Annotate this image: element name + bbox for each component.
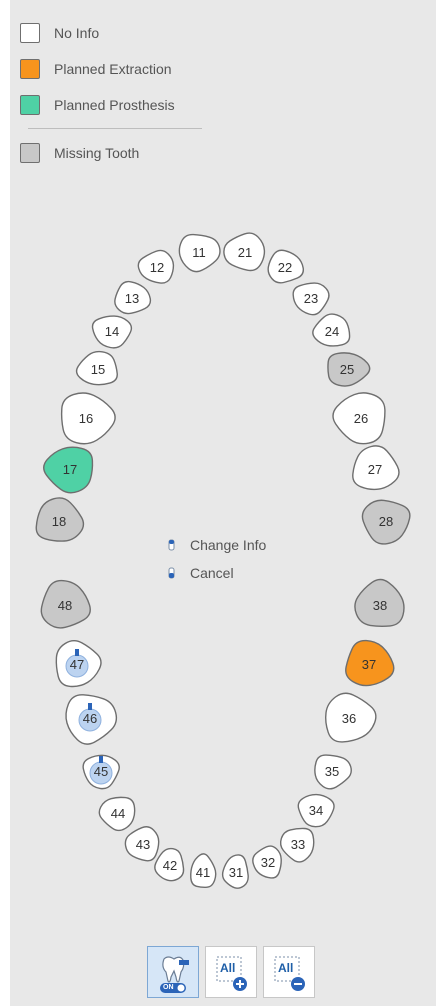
tooth-number: 26: [354, 411, 368, 426]
deselect-all-button[interactable]: All: [263, 946, 315, 998]
tooth-info-toggle-button[interactable]: ON: [147, 946, 199, 998]
tooth-number: 31: [229, 865, 243, 880]
tooth-number: 35: [325, 764, 339, 779]
tooth-number: 44: [111, 806, 125, 821]
tooth-number: 42: [163, 858, 177, 873]
bottom-toolbar: ON All All: [147, 946, 315, 998]
cancel-icon: [168, 567, 175, 579]
tooth-48[interactable]: 48: [40, 579, 91, 629]
tooth-number: 43: [136, 837, 150, 852]
tooth-number: 24: [325, 324, 339, 339]
tooth-37[interactable]: 37: [345, 639, 395, 687]
select-all-button[interactable]: All: [205, 946, 257, 998]
tooth-number: 47: [70, 657, 84, 672]
change-info-icon: [168, 539, 175, 551]
tooth-number: 48: [58, 598, 72, 613]
tooth-17[interactable]: 17: [43, 446, 94, 494]
tooth-47[interactable]: 47: [55, 640, 102, 688]
tooth-26[interactable]: 26: [332, 392, 386, 445]
deselect-all-label: All: [278, 961, 294, 975]
tooth-38[interactable]: 38: [354, 578, 405, 627]
tooth-number: 14: [105, 324, 119, 339]
tooth-12[interactable]: 12: [137, 249, 175, 284]
implant-marker-icon: [88, 703, 92, 710]
tooth-number: 33: [291, 837, 305, 852]
tooth-18[interactable]: 18: [35, 497, 85, 542]
tooth-number: 46: [83, 711, 97, 726]
tooth-number: 37: [362, 657, 376, 672]
tooth-11[interactable]: 11: [178, 233, 221, 273]
tooth-number: 23: [304, 291, 318, 306]
tooth-number: 13: [125, 291, 139, 306]
tooth-number: 32: [261, 855, 275, 870]
implant-marker-icon: [75, 649, 79, 656]
tooth-21[interactable]: 21: [223, 232, 266, 272]
tooth-33[interactable]: 33: [279, 827, 315, 863]
tooth-32[interactable]: 32: [252, 845, 282, 879]
tooth-24[interactable]: 24: [312, 313, 351, 347]
tooth-number: 18: [52, 514, 66, 529]
tooth-46[interactable]: 46: [65, 694, 118, 745]
tooth-36[interactable]: 36: [324, 692, 377, 743]
minus-icon: [294, 983, 302, 985]
tooth-number: 11: [192, 245, 206, 260]
tooth-25[interactable]: 25: [327, 352, 371, 387]
tooth-28[interactable]: 28: [361, 499, 411, 545]
hint-change-info-label: Change Info: [190, 537, 267, 553]
tooth-22[interactable]: 22: [267, 249, 305, 284]
tooth-41[interactable]: 41: [190, 853, 217, 888]
tooth-number: 22: [278, 260, 292, 275]
tooth-15[interactable]: 15: [75, 350, 118, 386]
hint-cancel: Cancel: [168, 564, 234, 582]
implant-marker-icon: [99, 756, 103, 763]
tooth-45[interactable]: 45: [82, 754, 120, 790]
tooth-44[interactable]: 44: [98, 796, 136, 832]
tooth-31[interactable]: 31: [221, 854, 249, 889]
tooth-number: 15: [91, 362, 105, 377]
tooth-number: 36: [342, 711, 356, 726]
tooth-34[interactable]: 34: [297, 793, 335, 828]
toggle-on-label: ON: [163, 984, 174, 991]
tooth-14[interactable]: 14: [91, 315, 133, 349]
tooth-number: 45: [94, 764, 108, 779]
tooth-43[interactable]: 43: [124, 826, 160, 862]
tooth-35[interactable]: 35: [314, 754, 352, 790]
tooth-number: 41: [196, 865, 210, 880]
tooth-toggle-icon: [160, 956, 189, 993]
tooth-42[interactable]: 42: [154, 847, 185, 882]
tooth-number: 25: [340, 362, 354, 377]
hint-change-info: Change Info: [168, 536, 266, 554]
tooth-number: 34: [309, 803, 323, 818]
tooth-13[interactable]: 13: [114, 280, 152, 315]
hint-cancel-label: Cancel: [190, 565, 234, 581]
tooth-27[interactable]: 27: [352, 445, 400, 491]
dental-chart: 11 21 12 22 13 23 14 24 15 25 16 26 17 27 18 28 48 38 47 37…: [35, 232, 411, 889]
tooth-number: 12: [150, 260, 164, 275]
tooth-number: 16: [79, 411, 93, 426]
tooth-number: 28: [379, 514, 393, 529]
tooth-16[interactable]: 16: [60, 392, 116, 445]
tooth-number: 17: [63, 462, 77, 477]
select-all-label: All: [220, 961, 236, 975]
tooth-number: 38: [373, 598, 387, 613]
tooth-number: 27: [368, 462, 382, 477]
tooth-23[interactable]: 23: [292, 282, 330, 316]
tooth-number: 21: [238, 245, 252, 260]
